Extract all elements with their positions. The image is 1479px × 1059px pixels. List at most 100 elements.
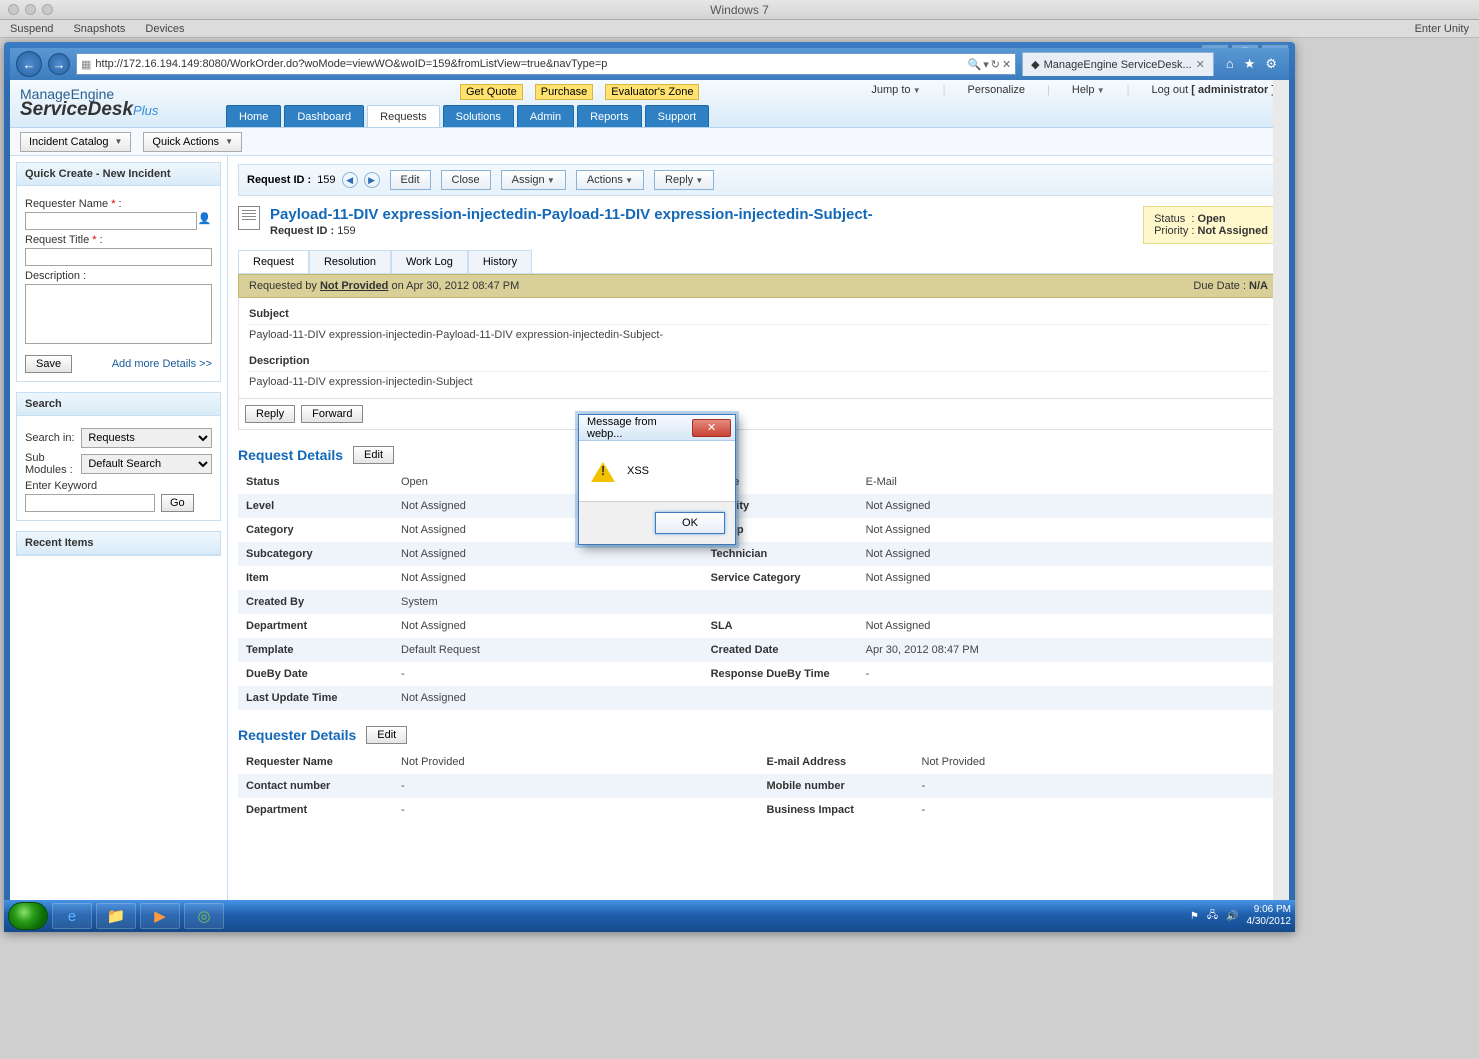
tab-history[interactable]: History xyxy=(468,250,532,273)
sub-modules-select[interactable]: Default Search xyxy=(81,454,212,474)
menu-snapshots[interactable]: Snapshots xyxy=(73,23,125,35)
description-label: Description : xyxy=(25,270,212,282)
add-more-details-link[interactable]: Add more Details >> xyxy=(112,358,212,370)
alert-ok-button[interactable]: OK xyxy=(655,512,725,534)
assign-dropdown[interactable]: Assign xyxy=(501,170,566,190)
jump-to-dropdown[interactable]: Jump to xyxy=(871,84,920,96)
taskbar-vmware-icon[interactable]: ◎ xyxy=(184,903,224,929)
link-purchase[interactable]: Purchase xyxy=(535,84,593,100)
nav-reports[interactable]: Reports xyxy=(577,105,642,127)
nav-admin[interactable]: Admin xyxy=(517,105,574,127)
browser-tab[interactable]: ◆ ManageEngine ServiceDesk... ✕ xyxy=(1022,52,1214,76)
taskbar-clock[interactable]: 9:06 PM 4/30/2012 xyxy=(1247,904,1292,928)
edit-requester-button[interactable]: Edit xyxy=(366,726,407,744)
home-icon[interactable]: ⌂ xyxy=(1226,56,1234,72)
nav-dashboard[interactable]: Dashboard xyxy=(284,105,364,127)
forward-button[interactable]: Forward xyxy=(301,405,363,423)
tab-request[interactable]: Request xyxy=(238,250,309,273)
left-sidebar: Quick Create - New Incident Requester Na… xyxy=(10,156,228,926)
search-icon[interactable]: 🔍 xyxy=(968,58,982,71)
tab-favicon: ◆ xyxy=(1031,58,1039,71)
alert-dialog: Message from webp... ✕ XSS OK xyxy=(578,414,736,545)
address-bar[interactable]: ▦ http://172.16.194.149:8080/WorkOrder.d… xyxy=(76,53,1016,75)
menu-suspend[interactable]: Suspend xyxy=(10,23,53,35)
link-get-quote[interactable]: Get Quote xyxy=(460,84,523,100)
next-request-button[interactable]: ▶ xyxy=(364,172,380,188)
tray-flag-icon[interactable]: ⚑ xyxy=(1190,911,1199,922)
favorites-icon[interactable]: ★ xyxy=(1244,56,1256,72)
prev-request-button[interactable]: ◀ xyxy=(342,172,358,188)
sub-toolbar: Incident Catalog Quick Actions xyxy=(10,128,1289,156)
windows-taskbar: e 📁 ▶ ◎ ⚑ 🖧 🔊 9:06 PM 4/30/2012 xyxy=(4,900,1295,932)
reply-button[interactable]: Reply xyxy=(245,405,295,423)
tab-worklog[interactable]: Work Log xyxy=(391,250,468,273)
refresh-icon[interactable]: ↻ xyxy=(991,58,1000,71)
request-title-input[interactable] xyxy=(25,248,212,266)
page-icon: ▦ xyxy=(81,58,91,71)
edit-button[interactable]: Edit xyxy=(390,170,431,190)
table-row: CategoryNot AssignedGroupNot Assigned xyxy=(238,518,1279,542)
incident-catalog-dropdown[interactable]: Incident Catalog xyxy=(20,132,131,152)
vm-title: Windows 7 xyxy=(710,3,769,17)
status-badge: Status : Open Priority : Not Assigned xyxy=(1143,206,1279,244)
taskbar-media-icon[interactable]: ▶ xyxy=(140,903,180,929)
link-evaluator[interactable]: Evaluator's Zone xyxy=(605,84,699,100)
taskbar-explorer-icon[interactable]: 📁 xyxy=(96,903,136,929)
menu-enter-unity[interactable]: Enter Unity xyxy=(1415,23,1469,35)
keyword-input[interactable] xyxy=(25,494,155,512)
back-button[interactable]: ← xyxy=(16,51,42,77)
logout-link[interactable]: Log out [ administrator ] xyxy=(1152,84,1276,96)
tray-network-icon[interactable]: 🖧 xyxy=(1207,908,1218,925)
request-meta-bar: Requested by Not Provided on Apr 30, 201… xyxy=(238,274,1279,298)
reply-dropdown[interactable]: Reply xyxy=(654,170,714,190)
edit-details-button[interactable]: Edit xyxy=(353,446,394,464)
table-row: LevelNot AssignedPriorityNot Assigned xyxy=(238,494,1279,518)
request-details-table: StatusOpenModeE-MailLevelNot AssignedPri… xyxy=(238,470,1279,710)
alert-message: XSS xyxy=(627,465,649,477)
system-tray[interactable]: ⚑ 🖧 🔊 9:06 PM 4/30/2012 xyxy=(1190,904,1291,928)
vertical-scrollbar[interactable] xyxy=(1273,80,1289,926)
app-header: ManageEngine ServiceDeskPlus Get Quote P… xyxy=(10,80,1289,128)
quick-actions-dropdown[interactable]: Quick Actions xyxy=(143,132,242,152)
table-row: Last Update TimeNot Assigned xyxy=(238,686,1279,710)
traffic-lights[interactable] xyxy=(8,4,53,15)
alert-close-button[interactable]: ✕ xyxy=(692,419,731,437)
alert-titlebar[interactable]: Message from webp... ✕ xyxy=(579,415,735,441)
tab-close-icon[interactable]: ✕ xyxy=(1196,58,1205,71)
nav-solutions[interactable]: Solutions xyxy=(443,105,514,127)
lookup-icon[interactable]: 👤 xyxy=(197,212,212,230)
help-dropdown[interactable]: Help xyxy=(1072,84,1105,96)
tab-resolution[interactable]: Resolution xyxy=(309,250,391,273)
request-details-header: Request Details Edit xyxy=(238,446,1279,464)
table-row: SubcategoryNot AssignedTechnicianNot Ass… xyxy=(238,542,1279,566)
actions-dropdown[interactable]: Actions xyxy=(576,170,644,190)
panel-header: Quick Create - New Incident xyxy=(17,163,220,186)
save-button[interactable]: Save xyxy=(25,355,72,373)
url-text: http://172.16.194.149:8080/WorkOrder.do?… xyxy=(95,58,607,70)
start-button[interactable] xyxy=(8,902,48,930)
nav-requests[interactable]: Requests xyxy=(367,105,439,127)
nav-home[interactable]: Home xyxy=(226,105,281,127)
subject-section: Subject Payload-11-DIV expression-inject… xyxy=(238,298,1279,399)
stop-icon[interactable]: ✕ xyxy=(1002,58,1011,71)
tray-volume-icon[interactable]: 🔊 xyxy=(1226,911,1238,922)
menu-devices[interactable]: Devices xyxy=(145,23,184,35)
taskbar-ie-icon[interactable]: e xyxy=(52,903,92,929)
close-request-button[interactable]: Close xyxy=(441,170,491,190)
description-textarea[interactable] xyxy=(25,284,212,344)
nav-support[interactable]: Support xyxy=(645,105,710,127)
forward-button[interactable]: → xyxy=(48,53,70,75)
tools-icon[interactable]: ⚙ xyxy=(1265,56,1277,72)
host-menu: Suspend Snapshots Devices Enter Unity xyxy=(0,20,1479,38)
requester-link[interactable]: Not Provided xyxy=(320,280,388,292)
search-in-select[interactable]: Requests xyxy=(81,428,212,448)
promo-links: Get Quote Purchase Evaluator's Zone xyxy=(460,84,699,100)
go-button[interactable]: Go xyxy=(161,494,194,512)
requester-name-input[interactable] xyxy=(25,212,197,230)
requester-name-label: Requester Name * : xyxy=(25,198,212,210)
document-icon xyxy=(238,206,260,230)
table-row: Department-Business Impact- xyxy=(238,798,1279,822)
personalize-link[interactable]: Personalize xyxy=(968,84,1025,96)
request-title-row: Payload-11-DIV expression-injectedin-Pay… xyxy=(238,206,1279,244)
tab-title: ManageEngine ServiceDesk... xyxy=(1044,59,1192,71)
